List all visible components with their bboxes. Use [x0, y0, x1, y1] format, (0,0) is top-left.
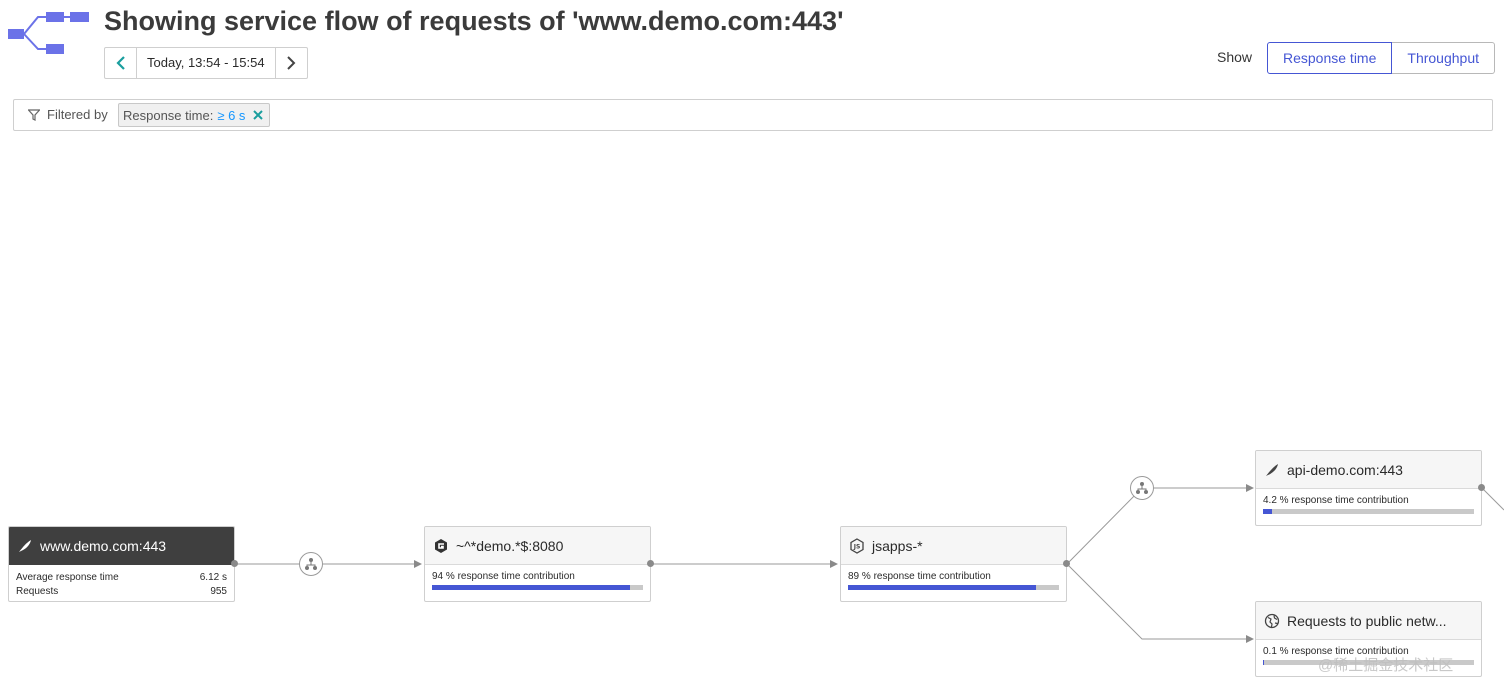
connector-jsapps-to-api-demo — [1066, 484, 1254, 565]
contribution-bar-fill — [1263, 660, 1265, 665]
response-time-contribution-text: 4.2 % response time contribution — [1263, 495, 1409, 506]
node-title: ~^*demo.*$:8080 — [456, 537, 564, 554]
contribution-bar — [432, 585, 643, 590]
connector-api-demo-outgoing — [1481, 487, 1504, 511]
globe-icon — [1264, 613, 1280, 628]
node-title: api-demo.com:443 — [1287, 461, 1403, 478]
avg-response-time-value: 6.12 s — [199, 572, 227, 583]
contribution-bar-fill — [1263, 509, 1272, 514]
call-split-icon[interactable] — [299, 552, 323, 576]
node-port — [231, 560, 238, 567]
connector-jsapps-to-public-network — [1066, 563, 1254, 643]
node-port — [1478, 484, 1485, 491]
nginx-g-icon — [435, 538, 447, 553]
requests-label: Requests — [16, 586, 59, 597]
response-time-contribution-text: 89 % response time contribution — [848, 571, 991, 582]
node-port — [647, 560, 654, 567]
svg-text:JS: JS — [853, 543, 861, 550]
node-title: www.demo.com:443 — [40, 537, 167, 554]
contribution-bar — [1263, 509, 1474, 514]
service-node-api-demo[interactable]: api-demo.com:443 4.2 % response time con… — [1255, 450, 1482, 526]
contribution-bar-fill — [432, 585, 631, 590]
node-title: jsapps-* — [872, 537, 923, 554]
service-node-www-demo[interactable]: www.demo.com:443 Average response time 6… — [8, 526, 235, 602]
requests-value: 955 — [210, 586, 227, 597]
nodejs-icon: JS — [850, 537, 864, 554]
web-service-feather-icon — [1266, 463, 1278, 476]
node-title: Requests to public netw... — [1287, 612, 1447, 629]
contribution-bar — [848, 585, 1059, 590]
call-split-icon[interactable] — [1130, 476, 1154, 500]
contribution-bar-fill — [848, 585, 1036, 590]
web-service-feather-icon — [19, 539, 31, 552]
avg-response-time-label: Average response time — [16, 572, 119, 583]
node-port — [1063, 560, 1070, 567]
service-node-jsapps[interactable]: JS jsapps-* 89 % response time contribut… — [840, 526, 1067, 602]
response-time-contribution-text: 94 % response time contribution — [432, 571, 575, 582]
service-node-demo-8080[interactable]: ~^*demo.*$:8080 94 % response time contr… — [424, 526, 651, 602]
watermark-text: @稀土掘金技术社区 — [1318, 657, 1454, 674]
